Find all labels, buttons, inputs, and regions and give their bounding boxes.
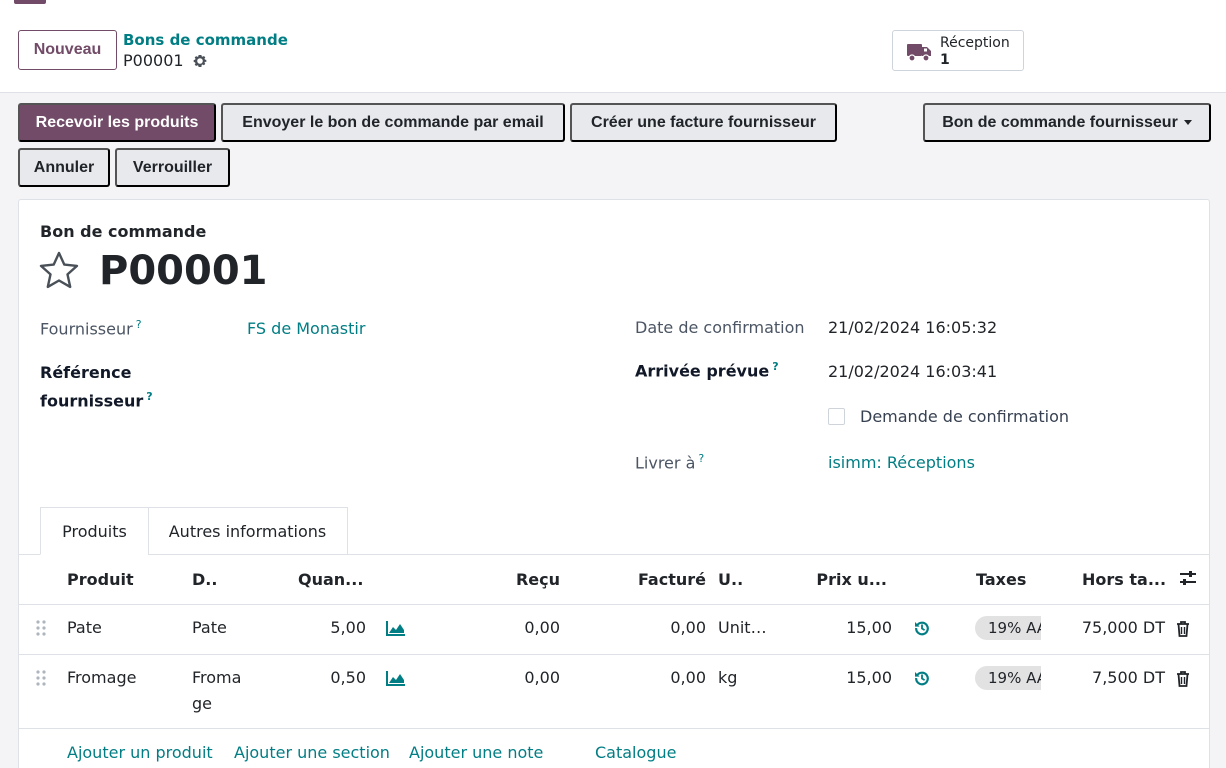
drag-handle-icon[interactable] (36, 620, 46, 636)
col-received[interactable]: Reçu (459, 570, 560, 589)
ask-confirmation-label: Demande de confirmation (860, 407, 1070, 426)
col-uom[interactable]: U.. (718, 570, 743, 589)
supplier-field[interactable]: FS de Monastir (247, 319, 365, 338)
tab-products[interactable]: Produits (40, 507, 149, 555)
cell-subtotal: 7,500 DT (1092, 668, 1165, 687)
forecast-chart-icon[interactable] (386, 670, 406, 686)
row-divider (19, 654, 1209, 655)
row-divider (19, 728, 1209, 729)
control-panel: Nouveau Bons de commande P00001 Réceptio… (0, 0, 1226, 93)
truck-icon (907, 44, 931, 62)
supplier-label-text: Fournisseur (40, 319, 133, 339)
cell-uom[interactable]: kg (718, 668, 737, 687)
forecast-chart-icon[interactable] (386, 620, 406, 636)
col-taxes[interactable]: Taxes (976, 570, 1026, 589)
expected-arrival-field[interactable]: 21/02/2024 16:03:41 (828, 362, 997, 381)
cell-description-wrap[interactable]: ge (192, 694, 212, 713)
add-product-link[interactable]: Ajouter un produit (67, 743, 213, 762)
reception-count: 1 (940, 52, 950, 68)
col-quantity[interactable]: Quan... (298, 570, 363, 589)
help-icon[interactable]: ? (146, 390, 152, 403)
drag-handle-icon[interactable] (36, 670, 46, 686)
form-sheet: Bon de commande P00001 Fournisseur? FS d… (18, 199, 1210, 768)
gear-icon[interactable] (192, 53, 208, 69)
cell-received[interactable]: 0,00 (459, 668, 560, 687)
breadcrumb-parent-link[interactable]: Bons de commande (123, 31, 288, 49)
col-unit-price[interactable]: Prix u... (779, 570, 887, 589)
cell-product[interactable]: Pate (67, 618, 102, 637)
confirm-date-value: 21/02/2024 16:05:32 (828, 318, 998, 337)
caret-down-icon (1183, 120, 1192, 125)
cancel-button[interactable]: Annuler (18, 148, 110, 187)
price-history-icon[interactable] (914, 620, 930, 636)
add-section-link[interactable]: Ajouter une section (234, 743, 390, 762)
new-button[interactable]: Nouveau (18, 30, 117, 70)
cell-billed: 0,00 (670, 618, 706, 637)
col-billed[interactable]: Facturé (579, 570, 706, 589)
trash-icon[interactable] (1176, 621, 1190, 637)
trash-icon[interactable] (1176, 671, 1190, 687)
supplier-label: Fournisseur? (40, 318, 142, 338)
catalog-link[interactable]: Catalogue (595, 743, 676, 762)
help-icon[interactable]: ? (136, 318, 142, 331)
lock-button[interactable]: Verrouiller (115, 148, 230, 187)
add-note-link[interactable]: Ajouter une note (409, 743, 543, 762)
reception-label: Réception (940, 35, 1010, 51)
expected-arrival-label-text: Arrivée prévue (635, 361, 770, 381)
page-title: P00001 (99, 248, 268, 294)
cell-unit-price[interactable]: 15,00 (779, 668, 892, 687)
header-divider (19, 604, 1209, 605)
col-subtotal[interactable]: Hors ta... (1082, 570, 1166, 589)
send-email-button[interactable]: Envoyer le bon de commande par email (221, 103, 565, 142)
supplier-ref-label-text: fournisseur (40, 391, 144, 411)
reception-smart-button[interactable]: Réception 1 (892, 30, 1024, 71)
deliver-to-label: Livrer à? (635, 452, 704, 472)
breadcrumb-current-label: P00001 (123, 51, 184, 70)
print-report-label: Bon de commande fournisseur (942, 113, 1178, 131)
cell-subtotal: 75,000 DT (1081, 618, 1165, 637)
create-bill-button[interactable]: Créer une facture fournisseur (570, 103, 837, 142)
tax-badge[interactable]: 19% AA (975, 616, 1041, 640)
col-product[interactable]: Produit (67, 570, 134, 589)
receive-products-button[interactable]: Recevoir les produits (18, 103, 216, 142)
cell-billed: 0,00 (670, 668, 706, 687)
cell-unit-price[interactable]: 15,00 (779, 618, 892, 637)
cell-description[interactable]: Pate (192, 618, 227, 637)
deliver-to-label-text: Livrer à (635, 453, 696, 473)
confirm-date-label: Date de confirmation (635, 318, 805, 337)
supplier-ref-input[interactable] (247, 365, 587, 389)
breadcrumb-current: P00001 (123, 51, 208, 70)
expected-arrival-label: Arrivée prévue? (635, 360, 779, 380)
help-icon[interactable]: ? (698, 452, 704, 465)
document-type: Bon de commande (40, 222, 207, 241)
star-icon[interactable] (39, 251, 79, 289)
tab-other-info[interactable]: Autres informations (148, 507, 348, 555)
supplier-ref-label-line1: Référence (40, 363, 132, 382)
print-report-dropdown[interactable]: Bon de commande fournisseur (923, 103, 1211, 142)
optional-columns-icon[interactable] (1179, 569, 1197, 587)
cell-product[interactable]: Fromage (67, 668, 136, 687)
ask-confirmation-checkbox[interactable] (828, 408, 845, 425)
cell-uom[interactable]: Unit… (718, 618, 767, 637)
supplier-ref-label-line2: fournisseur? (40, 390, 153, 410)
cell-received[interactable]: 0,00 (459, 618, 560, 637)
cell-description[interactable]: Froma (192, 668, 241, 687)
deliver-to-field[interactable]: isimm: Réceptions (828, 453, 975, 472)
app-brand-mark (14, 0, 46, 4)
price-history-icon[interactable] (914, 670, 930, 686)
cell-quantity[interactable]: 0,50 (279, 668, 366, 687)
tax-badge[interactable]: 19% AA (975, 666, 1041, 690)
help-icon[interactable]: ? (772, 360, 778, 373)
col-description[interactable]: D.. (192, 570, 217, 589)
cell-quantity[interactable]: 5,00 (279, 618, 366, 637)
